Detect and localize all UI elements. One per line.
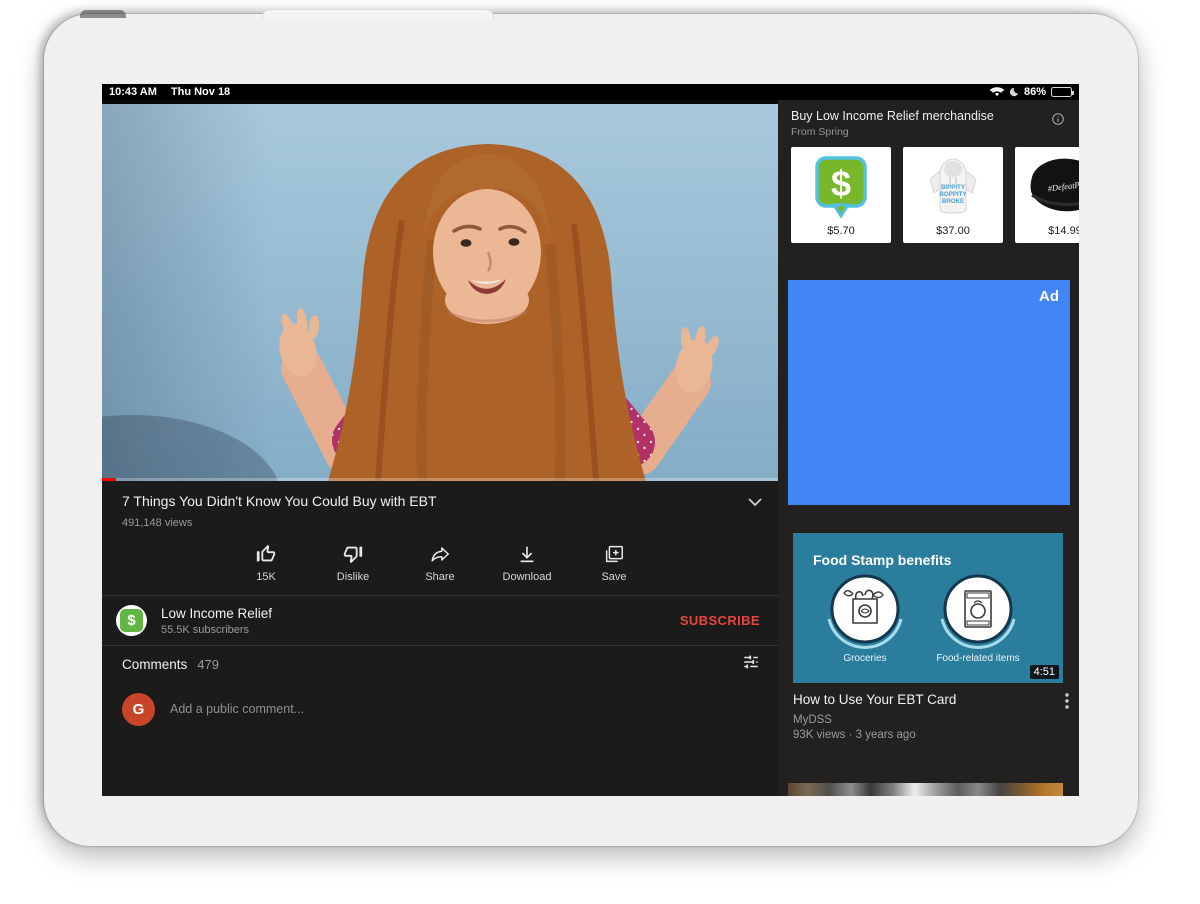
share-arrow-icon bbox=[397, 541, 484, 565]
suggested-video-channel: MyDSS bbox=[793, 714, 1049, 726]
svg-text:$: $ bbox=[831, 163, 851, 204]
suggested-video-thumbnail[interactable]: Food Stamp benefits bbox=[793, 533, 1063, 683]
thumbnail-heading: Food Stamp benefits bbox=[813, 552, 952, 568]
merch-shelf: $ $5.70 BIPPITY bbox=[791, 147, 1079, 243]
black-fanny-pack-icon: #DefeatPov bbox=[1015, 147, 1079, 225]
suggested-video-info[interactable]: How to Use Your EBT Card MyDSS 93K views… bbox=[778, 683, 1079, 741]
dollar-bubble-icon: $ bbox=[120, 609, 143, 632]
more-options-button[interactable] bbox=[1065, 693, 1069, 714]
download-label: Download bbox=[484, 571, 571, 583]
video-view-count: 491,148 views bbox=[122, 517, 738, 529]
dislike-button[interactable]: Dislike bbox=[310, 541, 397, 583]
merch-item-sticker[interactable]: $ $5.70 bbox=[791, 147, 891, 243]
comments-header[interactable]: Comments 479 bbox=[102, 646, 778, 682]
save-label: Save bbox=[571, 571, 658, 583]
user-avatar[interactable]: G bbox=[122, 693, 155, 726]
tablet-frame: 10:43 AM Thu Nov 18 86% bbox=[44, 14, 1138, 846]
comments-count: 479 bbox=[197, 657, 219, 672]
video-title: 7 Things You Didn't Know You Could Buy w… bbox=[122, 493, 738, 510]
merch-price: $5.70 bbox=[827, 225, 855, 243]
channel-subscriber-count: 55.5K subscribers bbox=[161, 624, 272, 636]
related-sidebar: Buy Low Income Relief merchandise From S… bbox=[778, 100, 1079, 796]
ad-badge: Ad bbox=[1039, 288, 1059, 305]
comment-input-placeholder[interactable]: Add a public comment... bbox=[170, 702, 304, 716]
tablet-power-button bbox=[80, 10, 126, 18]
video-player[interactable] bbox=[102, 100, 778, 481]
video-frame-person bbox=[102, 100, 778, 481]
sort-comments-button[interactable] bbox=[742, 653, 760, 676]
svg-text:BIPPITY: BIPPITY bbox=[941, 184, 966, 191]
status-bar: 10:43 AM Thu Nov 18 86% bbox=[102, 84, 1079, 100]
wifi-icon bbox=[990, 87, 1004, 98]
share-button[interactable]: Share bbox=[397, 541, 484, 583]
svg-text:BROKE: BROKE bbox=[942, 198, 964, 205]
download-button[interactable]: Download bbox=[484, 541, 571, 583]
svg-text:BOPPITY: BOPPITY bbox=[939, 191, 967, 198]
thumb-down-icon bbox=[310, 541, 397, 565]
next-video-thumbnail-partial[interactable] bbox=[788, 783, 1063, 796]
share-label: Share bbox=[397, 571, 484, 583]
video-duration-badge: 4:51 bbox=[1030, 665, 1059, 679]
add-comment-row[interactable]: G Add a public comment... bbox=[102, 682, 778, 734]
video-action-bar: 15K Dislike Share bbox=[102, 535, 778, 595]
battery-percent: 86% bbox=[1024, 86, 1046, 98]
merch-price: $37.00 bbox=[936, 225, 970, 243]
channel-name[interactable]: Low Income Relief bbox=[161, 606, 272, 621]
watch-column: 7 Things You Didn't Know You Could Buy w… bbox=[102, 100, 778, 796]
app-screen: 10:43 AM Thu Nov 18 86% bbox=[102, 84, 1079, 796]
white-hoodie-icon: BIPPITY BOPPITY BROKE bbox=[903, 147, 1003, 225]
ad-banner[interactable]: Ad bbox=[788, 280, 1070, 505]
channel-avatar[interactable]: $ bbox=[116, 605, 147, 636]
video-progress-bar[interactable] bbox=[102, 478, 778, 481]
like-count-label: 15K bbox=[223, 571, 310, 583]
download-icon bbox=[484, 541, 571, 565]
video-progress-played bbox=[102, 478, 116, 481]
thumbnail-left-label: Groceries bbox=[843, 653, 886, 664]
tablet-top-button bbox=[262, 9, 494, 19]
like-button[interactable]: 15K bbox=[223, 541, 310, 583]
groceries-circle-icon bbox=[829, 576, 901, 647]
comments-title: Comments bbox=[122, 657, 187, 672]
suggested-video-title[interactable]: How to Use Your EBT Card bbox=[793, 691, 1049, 708]
dollar-sign-logo-icon: $ bbox=[791, 147, 891, 225]
merch-item-hoodie[interactable]: BIPPITY BOPPITY BROKE $37.00 bbox=[903, 147, 1003, 243]
channel-row[interactable]: $ Low Income Relief 55.5K subscribers SU… bbox=[102, 596, 778, 645]
battery-icon bbox=[1051, 87, 1072, 97]
merch-price: $14.99 bbox=[1048, 225, 1079, 243]
merch-source: From Spring bbox=[791, 126, 1049, 138]
save-button[interactable]: Save bbox=[571, 541, 658, 583]
merch-item-fanny-pack[interactable]: #DefeatPov $14.99 bbox=[1015, 147, 1079, 243]
expand-description-button[interactable] bbox=[748, 494, 762, 512]
thumbnail-right-label: Food-related items bbox=[936, 653, 1019, 664]
suggested-video-meta: 93K views · 3 years ago bbox=[793, 729, 1049, 741]
merch-title: Buy Low Income Relief merchandise bbox=[791, 109, 1049, 123]
food-items-circle-icon bbox=[942, 576, 1014, 647]
tune-sliders-icon bbox=[742, 653, 760, 676]
chevron-down-icon bbox=[748, 494, 762, 511]
info-icon[interactable] bbox=[1051, 112, 1065, 131]
dislike-label: Dislike bbox=[310, 571, 397, 583]
status-date: Thu Nov 18 bbox=[171, 86, 230, 98]
video-info: 7 Things You Didn't Know You Could Buy w… bbox=[102, 481, 778, 535]
save-playlist-icon bbox=[571, 541, 658, 565]
merch-header: Buy Low Income Relief merchandise From S… bbox=[778, 100, 1079, 138]
subscribe-button[interactable]: SUBSCRIBE bbox=[680, 613, 760, 628]
do-not-disturb-moon-icon bbox=[1009, 87, 1019, 97]
status-time: 10:43 AM bbox=[109, 86, 157, 98]
thumb-up-icon bbox=[223, 541, 310, 565]
